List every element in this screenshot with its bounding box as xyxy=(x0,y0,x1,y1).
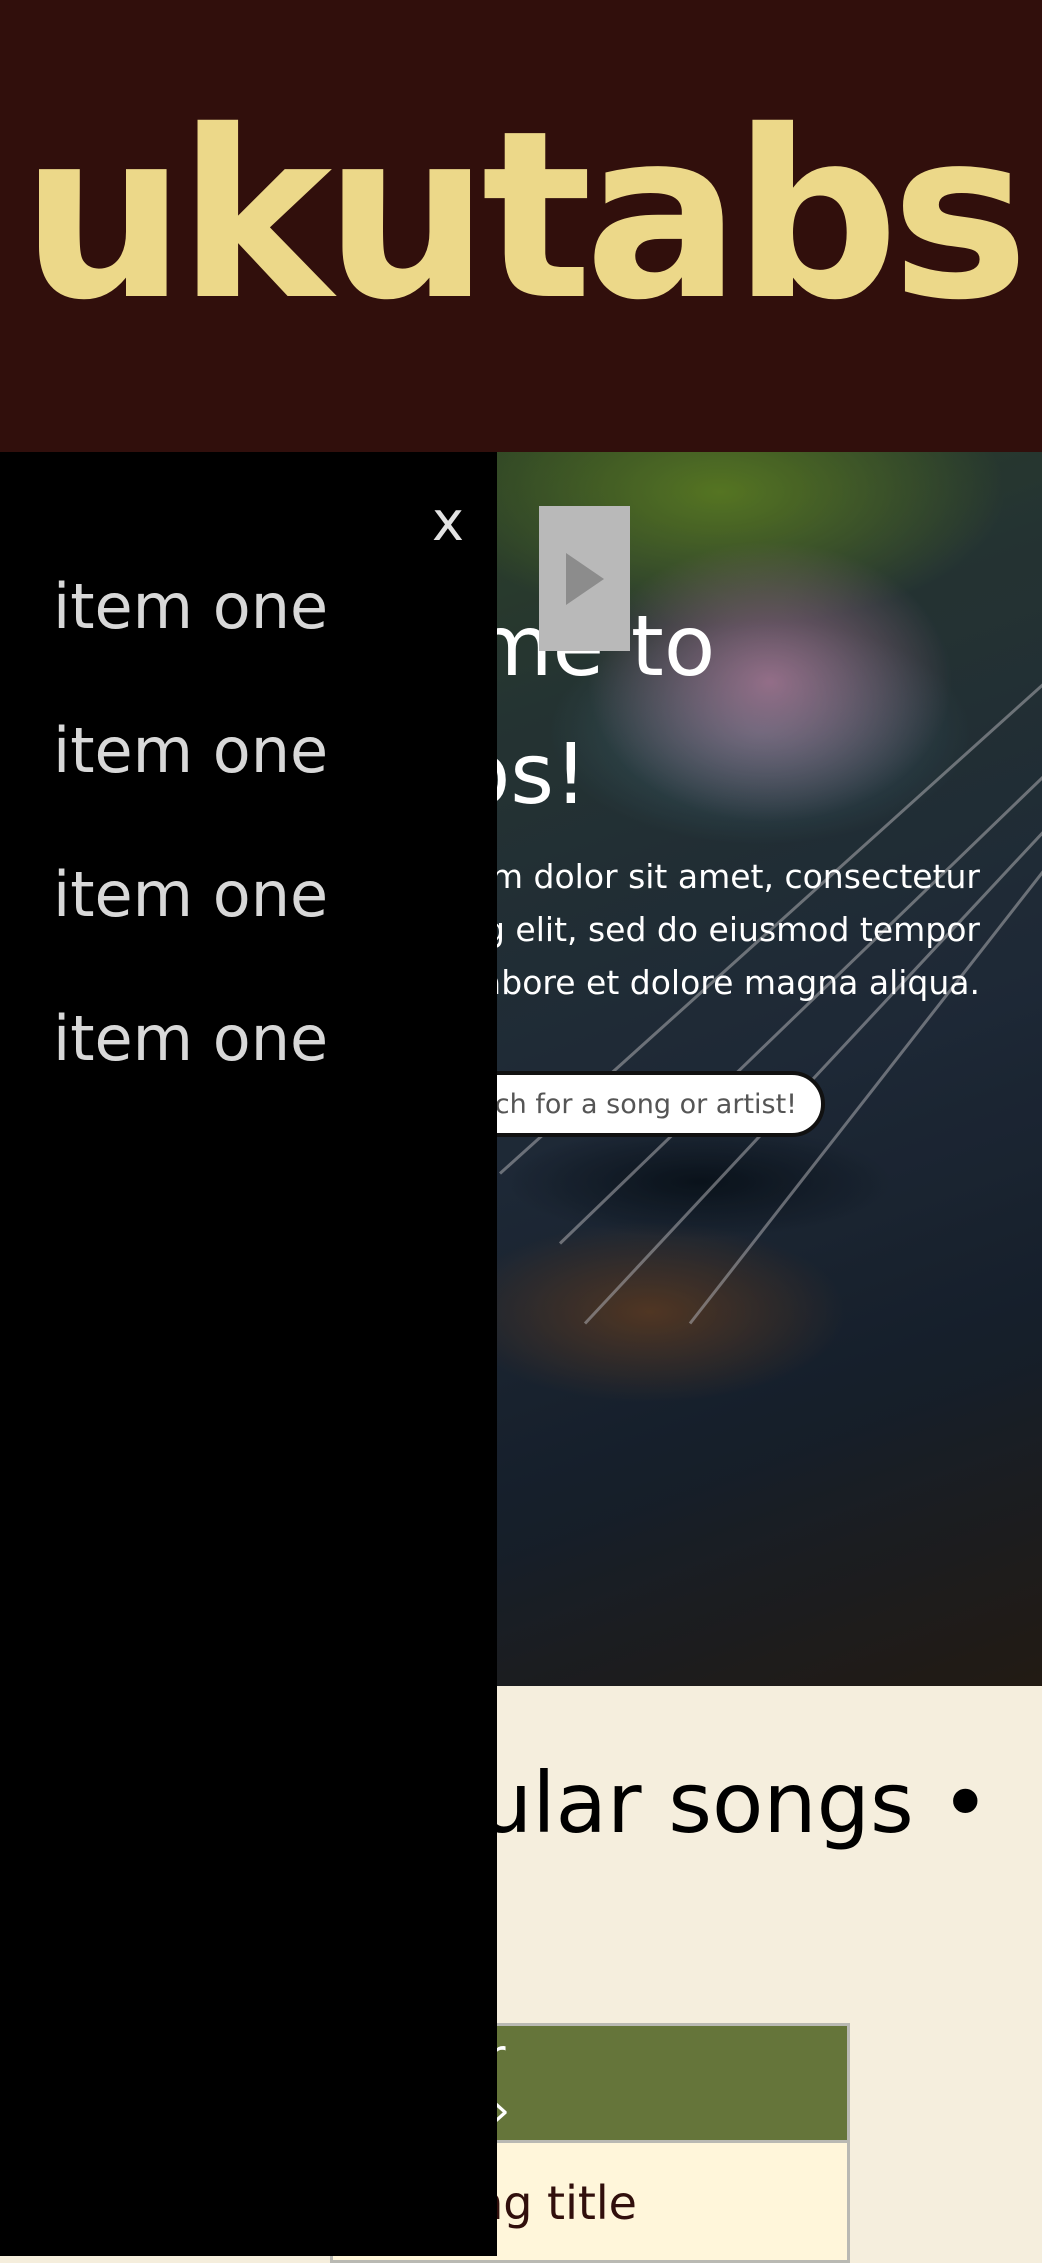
close-menu-button[interactable]: x xyxy=(420,492,476,552)
menu-item[interactable]: item one xyxy=(53,998,328,1142)
side-menu: x item one item one item one item one xyxy=(0,452,497,2256)
play-button[interactable] xyxy=(539,506,630,651)
menu-item[interactable]: item one xyxy=(53,566,328,710)
menu-item[interactable]: item one xyxy=(53,710,328,854)
site-logo[interactable]: ukutabs xyxy=(21,81,1029,351)
menu-list: item one item one item one item one xyxy=(53,566,328,1142)
play-icon xyxy=(565,552,604,605)
menu-item[interactable]: item one xyxy=(53,854,328,998)
site-header: ukutabs xyxy=(0,0,1042,452)
